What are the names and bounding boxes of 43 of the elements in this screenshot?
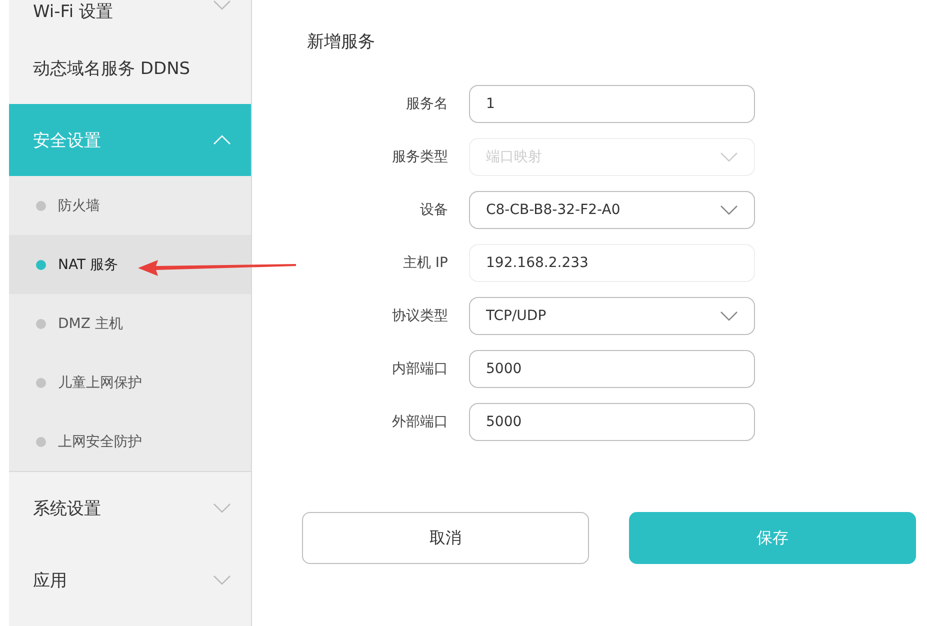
select-value: C8-CB-B8-32-F2-A0 (486, 202, 620, 218)
field-label: 服务类型 (391, 148, 449, 166)
field-label: 外部端口 (391, 413, 449, 431)
field-label: 设备 (419, 201, 449, 219)
chevron-down-icon (720, 311, 738, 321)
bullet-icon (36, 318, 46, 328)
menu-label: 应用 (33, 570, 67, 592)
input-field[interactable]: 5000 (469, 350, 755, 388)
submenu-item[interactable]: 儿童上网保护 (9, 353, 251, 412)
field-label: 内部端口 (391, 360, 449, 378)
select-field[interactable]: TCP/UDP (469, 297, 755, 335)
menu-label: 动态域名服务 DDNS (33, 58, 190, 80)
submenu-item[interactable]: 防火墙 (9, 176, 251, 235)
bullet-icon (36, 260, 46, 270)
cancel-button[interactable]: 取消 (302, 512, 589, 564)
menu-label: 系统设置 (33, 498, 101, 520)
submenu-label: DMZ 主机 (58, 314, 123, 332)
input-field[interactable]: 1 (469, 85, 755, 123)
field-label: 服务名 (405, 95, 449, 113)
chevron-down-icon (720, 205, 738, 215)
field-label: 协议类型 (391, 307, 449, 325)
input-field[interactable]: 5000 (469, 403, 755, 441)
menu-group[interactable]: 动态域名服务 DDNS (9, 32, 251, 104)
bullet-icon (36, 436, 46, 446)
bullet-icon (36, 200, 46, 210)
menu-group[interactable]: Wi-Fi 设置 (9, 0, 251, 32)
chevron-down-icon (720, 152, 738, 162)
menu-label: 安全设置 (33, 130, 101, 152)
menu-group[interactable]: 系统设置 (9, 472, 251, 544)
field-label: 主机 IP (402, 254, 449, 272)
menu-label: Wi-Fi 设置 (33, 1, 113, 23)
submenu-item[interactable]: 上网安全防护 (9, 412, 251, 471)
menu-group[interactable]: 应用 (9, 544, 251, 616)
submenu-item[interactable]: NAT 服务 (9, 235, 251, 294)
submenu-item[interactable]: DMZ 主机 (9, 294, 251, 353)
select-value: TCP/UDP (486, 308, 546, 324)
submenu-label: 防火墙 (58, 196, 100, 214)
bullet-icon (36, 378, 46, 388)
submenu-label: 儿童上网保护 (58, 374, 142, 392)
submenu-label: NAT 服务 (58, 256, 118, 274)
form-title: 新增服务 (307, 31, 376, 53)
submenu-label: 上网安全防护 (58, 432, 142, 450)
select-field[interactable]: C8-CB-B8-32-F2-A0 (469, 191, 755, 229)
